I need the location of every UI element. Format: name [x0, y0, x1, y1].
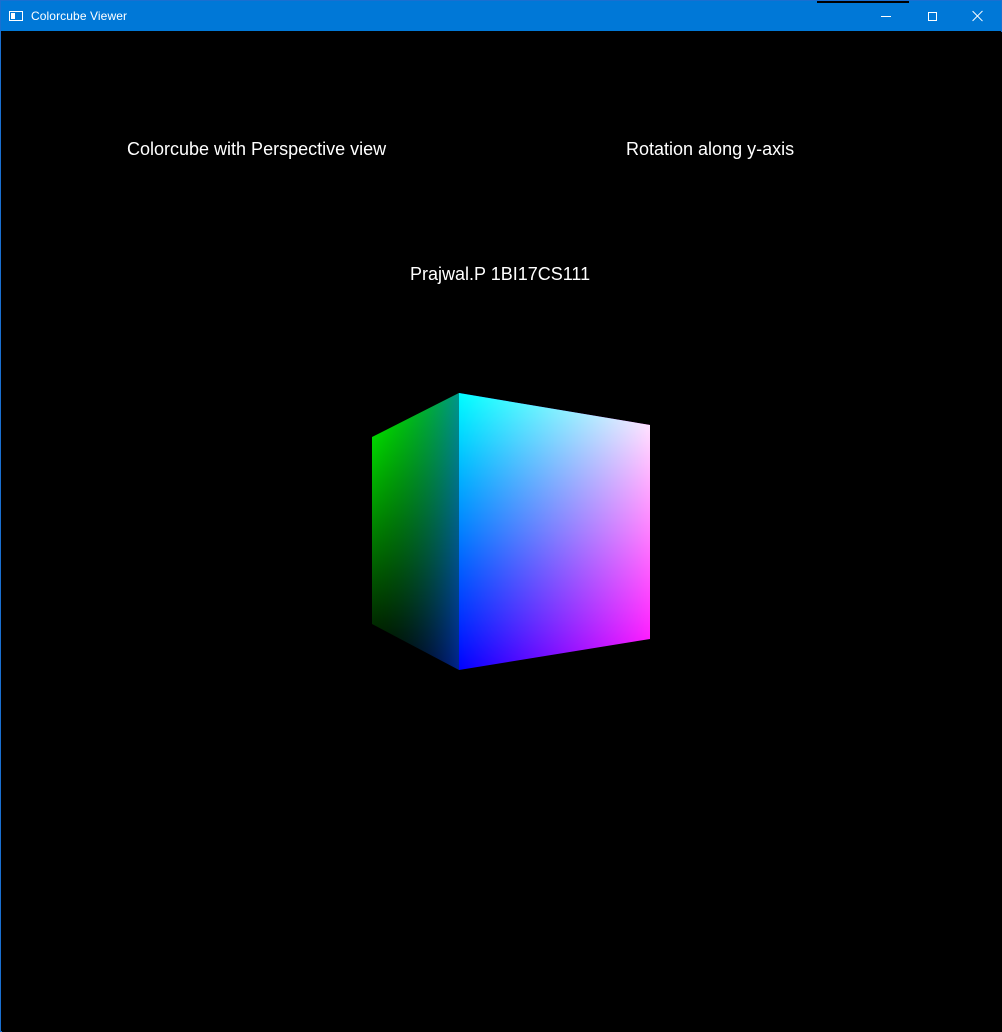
maximize-icon	[927, 11, 937, 21]
cube-left-face	[372, 393, 459, 670]
app-window: Colorcube Viewer Colorcube with Perspect…	[0, 0, 1002, 1032]
maximize-button[interactable]	[909, 1, 955, 31]
window-title: Colorcube Viewer	[31, 9, 128, 23]
cube-front-face	[459, 393, 650, 670]
minimize-button[interactable]	[863, 1, 909, 31]
window-controls	[863, 1, 1001, 31]
minimize-icon	[881, 15, 891, 17]
title-bar[interactable]: Colorcube Viewer	[1, 1, 1001, 31]
close-icon	[972, 10, 984, 22]
title-group: Colorcube Viewer	[9, 1, 127, 31]
render-canvas[interactable]: Colorcube with Perspective view Rotation…	[2, 32, 1002, 1032]
close-button[interactable]	[955, 1, 1001, 31]
app-window-icon[interactable]	[9, 11, 23, 21]
color-cube	[372, 393, 650, 670]
